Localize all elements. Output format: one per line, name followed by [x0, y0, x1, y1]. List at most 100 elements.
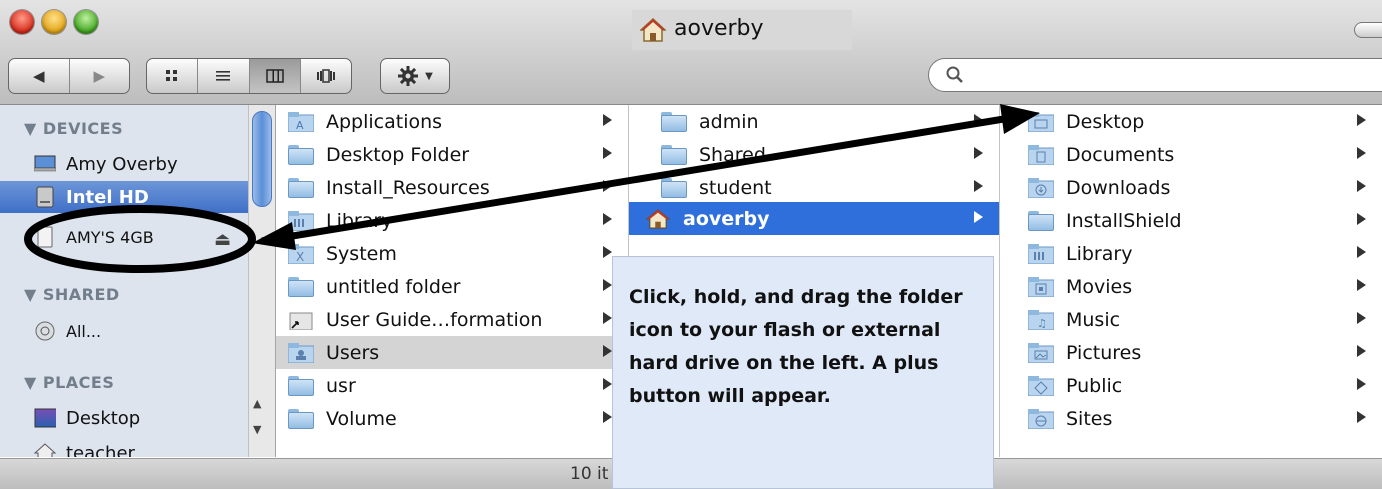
disclosure-arrow-icon — [1357, 213, 1366, 225]
folder-icon — [288, 144, 314, 165]
list-item-pictures[interactable]: Pictures — [1000, 336, 1382, 369]
zoom-button[interactable] — [74, 10, 98, 34]
list-item-music[interactable]: ♫ Music — [1000, 303, 1382, 336]
list-item-movies[interactable]: Movies — [1000, 270, 1382, 303]
sidebar-item-intel-hd[interactable]: Intel HD — [0, 181, 258, 213]
close-button[interactable] — [10, 10, 34, 34]
gear-icon — [398, 66, 419, 86]
list-item-library[interactable]: Library — [276, 204, 628, 237]
disclosure-arrow-icon — [603, 147, 612, 159]
action-button[interactable]: ▼ — [380, 58, 450, 94]
list-item-downloads[interactable]: Downloads — [1000, 171, 1382, 204]
scrollbar-thumb[interactable] — [252, 111, 272, 207]
toolbar-toggle-button[interactable] — [1354, 22, 1382, 38]
list-item-admin[interactable]: admin — [629, 105, 999, 138]
list-item-untitled-folder[interactable]: untitled folder — [276, 270, 628, 303]
list-item-sites[interactable]: Sites — [1000, 402, 1382, 435]
list-item-aoverby[interactable]: aoverby — [629, 202, 999, 235]
list-item-volume[interactable]: Volume — [276, 402, 628, 435]
network-icon — [34, 320, 56, 342]
list-view-icon — [216, 71, 231, 81]
column-view-button[interactable] — [249, 59, 301, 93]
list-item-usr[interactable]: usr — [276, 369, 628, 402]
sidebar-item-teacher[interactable]: teacher — [0, 437, 258, 457]
icon-view-button[interactable] — [147, 59, 199, 93]
folder-icon — [1028, 210, 1054, 231]
back-button[interactable]: ◀ — [9, 59, 70, 93]
library-folder-icon — [1028, 243, 1054, 264]
column-root: A Applications Desktop Folder Install_Re… — [276, 105, 629, 457]
sidebar-item-amy-overby[interactable]: Amy Overby — [0, 148, 258, 180]
folder-icon — [288, 276, 314, 297]
list-item-user-guide[interactable]: User Guide…formation — [276, 303, 628, 336]
downloads-folder-icon — [1028, 177, 1054, 198]
scroll-up-icon[interactable]: ▲ — [253, 397, 261, 410]
home-icon — [640, 18, 666, 42]
search-icon — [946, 66, 963, 83]
list-item-shared[interactable]: Shared — [629, 138, 999, 171]
list-item-student[interactable]: student — [629, 171, 999, 204]
item-label: admin — [699, 110, 759, 133]
minimize-button[interactable] — [42, 10, 66, 34]
sidebar-item-all[interactable]: All... — [0, 315, 258, 347]
svg-text:♫: ♫ — [1037, 317, 1047, 330]
hard-drive-icon — [34, 186, 56, 208]
disclosure-arrow-icon — [974, 147, 983, 159]
sidebar-item-desktop[interactable]: Desktop — [0, 402, 258, 434]
devices-header[interactable]: ▼ DEVICES — [24, 119, 123, 138]
item-label: Downloads — [1066, 176, 1171, 199]
places-header[interactable]: ▼ PLACES — [24, 373, 114, 392]
column-view-icon — [265, 69, 284, 83]
item-label: Public — [1066, 374, 1123, 397]
view-mode-control — [146, 58, 352, 94]
list-item-desktop-folder[interactable]: Desktop Folder — [276, 138, 628, 171]
sidebar-item-label: AMY'S 4GB — [66, 227, 154, 247]
item-label: Sites — [1066, 407, 1113, 430]
shared-header[interactable]: ▼ SHARED — [24, 285, 120, 304]
disclosure-arrow-icon — [603, 114, 612, 126]
item-label: Pictures — [1066, 341, 1142, 364]
back-arrow-icon: ◀ — [32, 67, 45, 85]
search-field[interactable] — [928, 58, 1382, 92]
sidebar-item-label: teacher — [66, 442, 135, 458]
list-view-button[interactable] — [198, 59, 250, 93]
disclosure-arrow-icon — [603, 279, 612, 291]
back-forward-control: ◀ ▶ — [8, 58, 130, 94]
disclosure-arrow-icon — [603, 312, 612, 324]
list-item-applications[interactable]: A Applications — [276, 105, 628, 138]
list-item-documents[interactable]: Documents — [1000, 138, 1382, 171]
list-item-install-resources[interactable]: Install_Resources — [276, 171, 628, 204]
disclosure-arrow-icon — [1357, 345, 1366, 357]
list-item-desktop[interactable]: Desktop — [1000, 105, 1382, 138]
list-item-public[interactable]: Public — [1000, 369, 1382, 402]
svg-text:X: X — [296, 250, 304, 264]
list-item-system[interactable]: X System — [276, 237, 628, 270]
list-item-installshield[interactable]: InstallShield — [1000, 204, 1382, 237]
sidebar-item-amys-4gb[interactable]: AMY'S 4GB ⏏ — [0, 221, 258, 253]
finder-window: aoverby ◀ ▶ ▼ ▼ DEVICES Amy Overby Intel… — [0, 0, 1382, 489]
system-folder-icon: X — [288, 243, 314, 264]
folder-icon — [288, 177, 314, 198]
disclosure-arrow-icon — [603, 246, 612, 258]
sites-folder-icon — [1028, 408, 1054, 429]
item-label: Desktop — [1066, 110, 1145, 133]
eject-icon[interactable]: ⏏ — [214, 229, 231, 250]
item-label: InstallShield — [1066, 209, 1182, 232]
folder-icon — [288, 408, 314, 429]
list-item-library-home[interactable]: Library — [1000, 237, 1382, 270]
disclosure-arrow-icon — [974, 211, 983, 223]
item-label: Install_Resources — [326, 176, 490, 199]
forward-button[interactable]: ▶ — [70, 59, 130, 93]
music-folder-icon: ♫ — [1028, 309, 1054, 330]
svg-text:A: A — [296, 119, 304, 132]
public-folder-icon — [1028, 375, 1054, 396]
list-item-users[interactable]: Users — [276, 336, 628, 369]
column-aoverby: Desktop Documents Downloads InstallShiel… — [1000, 105, 1382, 457]
scroll-down-icon[interactable]: ▼ — [253, 423, 261, 436]
cover-flow-button[interactable] — [301, 59, 351, 93]
disclosure-arrow-icon — [603, 378, 612, 390]
cover-flow-icon — [316, 69, 335, 83]
sidebar-scrollbar[interactable]: ▲ ▼ — [248, 105, 275, 457]
item-label: student — [699, 176, 772, 199]
callout-text: Click, hold, and drag the folder icon to… — [629, 286, 963, 407]
